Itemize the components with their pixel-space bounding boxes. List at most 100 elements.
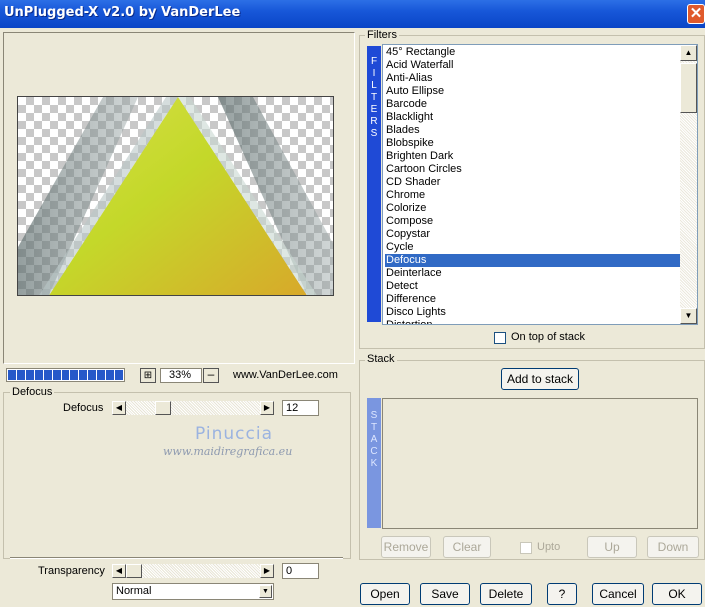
filter-list-item[interactable]: Colorize — [385, 202, 680, 215]
stack-strip-letter: C — [370, 446, 378, 457]
progress-bar — [6, 368, 125, 382]
arrow-down-icon: ▼ — [684, 311, 693, 320]
filters-list[interactable]: 45° Rectangle Acid Waterfall Anti-Alias Aut… — [382, 44, 698, 325]
filter-list-item[interactable]: Cycle — [385, 241, 680, 254]
blend-mode-select[interactable]: Normal ▼ — [112, 583, 274, 600]
watermark-url: www.maidiregrafica.eu — [163, 445, 293, 458]
progress-segment — [79, 370, 88, 380]
upto-label: Upto — [537, 541, 561, 553]
close-button[interactable]: ✕ — [687, 4, 705, 24]
help-button[interactable]: ? — [547, 583, 577, 605]
stack-strip-letter: A — [370, 434, 378, 445]
progress-segment — [61, 370, 70, 380]
filter-list-item[interactable]: Auto Ellipse — [385, 85, 680, 98]
filters-strip-letter: R — [370, 116, 378, 127]
defocus-value-field[interactable]: 12 — [282, 400, 319, 416]
chevron-down-icon[interactable]: ▼ — [259, 585, 272, 598]
stack-vertical-label: STACK — [367, 398, 381, 528]
scroll-down-button[interactable]: ▼ — [680, 308, 697, 324]
clear-button[interactable]: Clear — [443, 536, 491, 558]
upto-checkbox[interactable] — [520, 542, 532, 554]
defocus-slider-thumb[interactable] — [155, 401, 171, 415]
filter-list-item[interactable]: Distortion — [385, 319, 680, 324]
move-down-button[interactable]: Down — [647, 536, 699, 558]
progress-segment — [16, 370, 25, 380]
filters-group-label: Filters — [365, 29, 399, 41]
blend-mode-value: Normal — [116, 585, 152, 597]
watermark-title: Pinuccia — [195, 424, 273, 444]
stack-group-label: Stack — [365, 353, 397, 365]
transparency-slider-track[interactable] — [126, 564, 260, 578]
arrow-right-icon: ▶ — [263, 403, 271, 412]
filter-list-item[interactable]: Disco Lights — [385, 306, 680, 319]
add-to-stack-button[interactable]: Add to stack — [501, 368, 579, 390]
filter-list-item[interactable]: Deinterlace — [385, 267, 680, 280]
move-up-button[interactable]: Up — [587, 536, 637, 558]
filter-list-item[interactable]: CD Shader — [385, 176, 680, 189]
filters-strip-letter: E — [370, 104, 378, 115]
filter-list-item[interactable]: Difference — [385, 293, 680, 306]
progress-segment — [115, 370, 123, 380]
open-button[interactable]: Open — [360, 583, 410, 605]
filter-list-item[interactable]: Defocus — [385, 254, 680, 267]
title-bar[interactable]: UnPlugged-X v2.0 by VanDerLee ✕ — [0, 0, 705, 28]
save-button[interactable]: Save — [420, 583, 470, 605]
defocus-slider-track[interactable] — [126, 401, 260, 415]
zoom-level[interactable]: 33% — [160, 368, 202, 383]
filter-list-item[interactable]: 45° Rectangle — [385, 46, 680, 59]
progress-segment — [25, 370, 34, 380]
filter-list-item[interactable]: Copystar — [385, 228, 680, 241]
stack-list[interactable] — [382, 398, 698, 529]
zoom-fit-button[interactable]: ⊞ — [140, 368, 156, 383]
arrow-left-icon: ◀ — [115, 403, 123, 412]
delete-button[interactable]: Delete — [480, 583, 532, 605]
transparency-increase-button[interactable]: ▶ — [260, 564, 274, 578]
transparency-decrease-button[interactable]: ◀ — [112, 564, 126, 578]
filter-list-item[interactable]: Anti-Alias — [385, 72, 680, 85]
scroll-up-button[interactable]: ▲ — [680, 45, 697, 61]
filter-list-item[interactable]: Acid Waterfall — [385, 59, 680, 72]
filter-list-item[interactable]: Cartoon Circles — [385, 163, 680, 176]
close-icon: ✕ — [689, 5, 703, 22]
progress-segment — [70, 370, 79, 380]
on-top-of-stack-label: On top of stack — [511, 331, 585, 343]
progress-segment — [8, 370, 16, 380]
zoom-fit-icon: ⊞ — [143, 370, 153, 381]
filter-list-item[interactable]: Chrome — [385, 189, 680, 202]
preview-image[interactable] — [17, 96, 334, 296]
ok-button[interactable]: OK — [652, 583, 702, 605]
filter-list-item[interactable]: Blacklight — [385, 111, 680, 124]
remove-button[interactable]: Remove — [381, 536, 431, 558]
defocus-increase-button[interactable]: ▶ — [260, 401, 274, 415]
filters-strip-letter: S — [370, 128, 378, 139]
filter-list-item[interactable]: Detect — [385, 280, 680, 293]
filter-list-item[interactable]: Barcode — [385, 98, 680, 111]
cancel-button[interactable]: Cancel — [592, 583, 644, 605]
transparency-slider-thumb[interactable] — [126, 564, 142, 578]
progress-segment — [97, 370, 106, 380]
scrollbar-thumb[interactable] — [680, 63, 697, 113]
filter-list-item[interactable]: Compose — [385, 215, 680, 228]
filters-strip-letter: F — [370, 56, 378, 67]
arrow-left-icon: ◀ — [115, 566, 123, 575]
transparency-value-field[interactable]: 0 — [282, 563, 319, 579]
website-link[interactable]: www.VanDerLee.com — [233, 369, 338, 381]
filters-vertical-label: FILTERS — [367, 46, 381, 322]
stack-strip-letter: K — [370, 458, 378, 469]
filters-strip-letter: I — [372, 68, 376, 79]
filter-list-item[interactable]: Blobspike — [385, 137, 680, 150]
filter-list-item[interactable]: Brighten Dark — [385, 150, 680, 163]
parameter-group — [3, 392, 351, 559]
transparency-label: Transparency — [38, 565, 105, 577]
defocus-label: Defocus — [63, 402, 104, 414]
filters-strip-letter: L — [371, 80, 377, 91]
defocus-decrease-button[interactable]: ◀ — [112, 401, 126, 415]
parameter-group-label: Defocus — [10, 386, 55, 398]
zoom-out-button[interactable]: – — [203, 368, 219, 383]
progress-segment — [52, 370, 61, 380]
on-top-of-stack-checkbox[interactable] — [494, 332, 506, 344]
filter-list-item[interactable]: Blades — [385, 124, 680, 137]
filters-scrollbar[interactable]: ▲ ▼ — [680, 45, 697, 324]
arrow-right-icon: ▶ — [263, 566, 271, 575]
arrow-up-icon: ▲ — [684, 48, 693, 57]
